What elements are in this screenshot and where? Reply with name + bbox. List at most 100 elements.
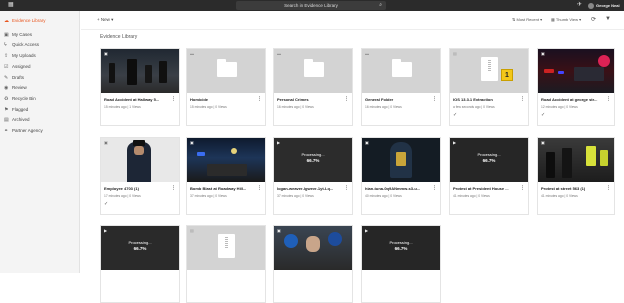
file-name: IOS 13.3.1 Extraction	[453, 97, 493, 102]
file-meta: 12 minutes ago | 0 Views	[541, 105, 578, 109]
thumbnail: ▣	[187, 138, 265, 182]
thumbnail: ▣	[538, 138, 614, 182]
evidence-card[interactable]: ▣ Bomb Blast at Roadway Hill... ⋮ 37 min…	[186, 137, 266, 215]
video-card[interactable]: ▶ Processing... 66.7% Protest at Presiden…	[449, 137, 529, 215]
content-header: + New ▾ ⇅ Most Recent ▾ ▦ Thumb View ▾ ⟳…	[81, 11, 624, 30]
file-name: Protest at President House ...	[453, 186, 509, 191]
file-meta: 37 minutes ago | 0 Views	[190, 194, 227, 198]
sidebar-item-assigned[interactable]: ☑ Assigned	[0, 62, 80, 72]
file-meta: 37 minutes ago | 0 Views	[277, 194, 314, 198]
lightning-icon: ϟ	[4, 42, 7, 48]
checkmark-icon: ✓	[453, 112, 458, 118]
view-dropdown[interactable]: ▦ Thumb View ▾	[551, 17, 581, 22]
processing-indicator: Processing... 66.7%	[450, 152, 528, 164]
image-type-icon: ▣	[104, 51, 108, 56]
draft-icon: ✎	[4, 75, 9, 81]
apps-icon[interactable]: ▦	[8, 1, 14, 10]
sidebar-item-quick-access[interactable]: ϟ Quick Access	[0, 40, 80, 50]
review-icon: ◉	[4, 85, 9, 91]
folder-icon	[392, 59, 412, 77]
zip-file-icon	[218, 234, 235, 258]
filter-icon[interactable]: ▼	[605, 16, 611, 22]
thumbnail: ▣	[101, 49, 179, 93]
cloud-icon: ☁	[4, 18, 9, 24]
file-meta: 17 minutes ago | 0 Views	[104, 194, 141, 198]
file-meta: 41 minutes ago | 0 Views	[541, 194, 578, 198]
folder-card[interactable]: ▬ Homicide ⋮ 15 minutes ago | 0 Views	[186, 48, 266, 126]
briefcase-icon: ▣	[4, 32, 9, 38]
evidence-card[interactable]: ▣ Employee 4703 (1) ⋮ 17 minutes ago | 0…	[100, 137, 180, 215]
thumbnail: ▶ Processing... 66.7%	[450, 138, 528, 182]
page-title: Evidence Library	[100, 34, 138, 40]
count-badge: 1	[501, 69, 513, 81]
more-options-icon[interactable]: ⋮	[344, 185, 349, 191]
more-options-icon[interactable]: ⋮	[432, 185, 437, 191]
file-name: Road Accident at george str...	[541, 97, 598, 102]
sidebar-item-recycle-bin[interactable]: ♻ Recycle Bin	[0, 94, 80, 104]
file-name: Employee 4703 (1)	[104, 186, 139, 191]
sidebar-item-flagged[interactable]: ⚑ Flagged	[0, 105, 80, 115]
user-name[interactable]: George Neal	[596, 0, 620, 11]
video-type-icon: ▶	[104, 228, 108, 233]
evidence-card[interactable]: ▣ hian-tuna-0q9ANmmw-s3-u... ⋮ 40 minute…	[361, 137, 441, 215]
progress-value: 66.7%	[133, 246, 147, 251]
chevron-down-icon: ▾	[579, 17, 582, 22]
zip-card[interactable]: ▤ 1 IOS 13.3.1 Extraction ⋮ a few seconds…	[449, 48, 529, 126]
sidebar: ☁ Evidence Library ▣ My Cases ϟ Quick Acces…	[0, 11, 80, 273]
search-placeholder: Search in Evidence Library	[284, 3, 338, 8]
zip-card[interactable]: ▤	[186, 225, 266, 303]
sidebar-item-review[interactable]: ◉ Review	[0, 83, 80, 93]
folder-type-icon: ▬	[190, 51, 194, 56]
sidebar-item-my-cases[interactable]: ▣ My Cases	[0, 30, 80, 40]
more-options-icon[interactable]: ⋮	[171, 185, 176, 191]
sidebar-item-archived[interactable]: ▤ Archived	[0, 115, 80, 125]
more-options-icon[interactable]: ⋮	[257, 185, 262, 191]
evidence-card[interactable]: ▣ Road Accident at Hallway 5... ⋮ 15 min…	[100, 48, 180, 126]
video-card[interactable]: ▶ Processing... 66.7%	[361, 225, 441, 303]
image-type-icon: ▣	[541, 140, 545, 145]
link-icon: ⚭	[4, 128, 9, 134]
file-meta: 15 minutes ago | 1 Views	[104, 105, 141, 109]
folder-type-icon: ▬	[277, 51, 281, 56]
more-options-icon[interactable]: ⋮	[606, 96, 611, 102]
video-card[interactable]: ▶ Processing... 66.7%	[100, 225, 180, 303]
more-options-icon[interactable]: ⋮	[520, 96, 525, 102]
search-input[interactable]: Search in Evidence Library ⌕	[236, 1, 386, 10]
new-button[interactable]: + New ▾	[97, 17, 113, 23]
evidence-card[interactable]: ▣ Road Accident at george str... ⋮ 12 mi…	[537, 48, 615, 126]
more-options-icon[interactable]: ⋮	[432, 96, 437, 102]
progress-value: 66.7%	[394, 246, 408, 251]
sidebar-item-partner-agency[interactable]: ⚭ Partner Agency	[0, 126, 80, 136]
image-type-icon: ▣	[541, 51, 545, 56]
video-card[interactable]: ▶ Processing... 66.7% logan-weaver-lgwevr…	[273, 137, 353, 215]
upload-icon: ⇪	[4, 53, 9, 59]
progress-value: 66.7%	[306, 158, 320, 163]
processing-indicator: Processing... 66.7%	[101, 240, 179, 252]
image-type-icon: ▣	[190, 140, 194, 145]
checkmark-icon: ✓	[541, 112, 546, 118]
refresh-icon[interactable]: ⟳	[591, 16, 596, 23]
more-options-icon[interactable]: ⋮	[520, 185, 525, 191]
notification-icon[interactable]: ✈	[577, 1, 582, 10]
folder-card[interactable]: ▬ Personal Crimes ⋮ 16 minutes ago | 0 V…	[273, 48, 353, 126]
evidence-card[interactable]: ▣	[273, 225, 353, 303]
avatar[interactable]	[588, 2, 594, 9]
more-options-icon[interactable]: ⋮	[344, 96, 349, 102]
archive-icon: ▤	[4, 117, 9, 123]
more-options-icon[interactable]: ⋮	[171, 96, 176, 102]
sidebar-item-evidence-library[interactable]: ☁ Evidence Library	[0, 16, 80, 26]
sidebar-item-my-uploads[interactable]: ⇪ My Uploads	[0, 51, 80, 61]
evidence-card[interactable]: ▣ Protest at street 563 (1) ⋮ 41 minutes…	[537, 137, 615, 215]
folder-card[interactable]: ▬ General Folder ⋮ 16 minutes ago | 0 Vi…	[361, 48, 441, 126]
file-name: hian-tuna-0q9ANmmw-s3-u...	[365, 186, 421, 191]
sidebar-item-drafts[interactable]: ✎ Drafts	[0, 73, 80, 83]
thumbnail: ▶ Processing... 66.7%	[274, 138, 352, 182]
image-type-icon: ▣	[277, 228, 281, 233]
video-type-icon: ▶	[365, 228, 369, 233]
zip-type-icon: ▤	[190, 228, 194, 233]
more-options-icon[interactable]: ⋮	[606, 185, 611, 191]
more-options-icon[interactable]: ⋮	[257, 96, 262, 102]
sort-dropdown[interactable]: ⇅ Most Recent ▾	[512, 17, 542, 22]
search-icon[interactable]: ⌕	[379, 1, 382, 10]
thumbnail: ▤ 1	[450, 49, 528, 93]
